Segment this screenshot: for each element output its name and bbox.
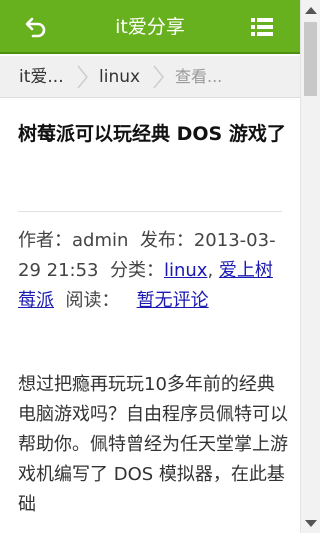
read-label: 阅读： (65, 290, 120, 311)
breadcrumb-item-home[interactable]: it爱... (19, 56, 64, 98)
scroll-thumb[interactable] (304, 22, 317, 96)
comments-link[interactable]: 暂无评论 (137, 290, 209, 311)
chevron-right-icon (153, 65, 164, 89)
scrollbar[interactable] (300, 0, 320, 533)
author-name: admin (72, 230, 129, 251)
back-button[interactable] (16, 8, 56, 46)
scroll-up-arrow-icon[interactable] (305, 7, 317, 14)
article-body: 想过把瘾再玩玩10多年前的经典电脑游戏吗？自由程序员佩特可以帮助你。佩特曾经为任… (18, 374, 288, 515)
scroll-down-arrow-icon[interactable] (305, 520, 317, 527)
breadcrumb: it爱... linux 查看... (0, 56, 300, 98)
chevron-right-icon (77, 65, 88, 89)
header-bar: it爱分享 (0, 0, 300, 54)
category-label: 分类： (109, 260, 164, 281)
divider (18, 211, 282, 212)
app-window: it爱分享 it爱... linux 查看... 树莓派可以玩经典 DOS 游戏… (0, 0, 320, 533)
category-separator: , (207, 260, 214, 281)
breadcrumb-item-current: 查看... (175, 67, 223, 86)
published-label: 发布： (139, 230, 194, 251)
list-menu-icon (251, 18, 273, 36)
author-label: 作者： (18, 230, 72, 251)
article-meta: 作者：admin 发布：2013-03-29 21:53 分类：linux, 爱… (18, 226, 288, 316)
category-link-linux[interactable]: linux (164, 260, 207, 281)
article-title: 树莓派可以玩经典 DOS 游戏了 (18, 123, 286, 145)
back-arrow-icon (25, 17, 46, 38)
app-title: it爱分享 (115, 16, 185, 38)
menu-button[interactable] (242, 8, 282, 46)
breadcrumb-item-linux[interactable]: linux (99, 56, 140, 98)
